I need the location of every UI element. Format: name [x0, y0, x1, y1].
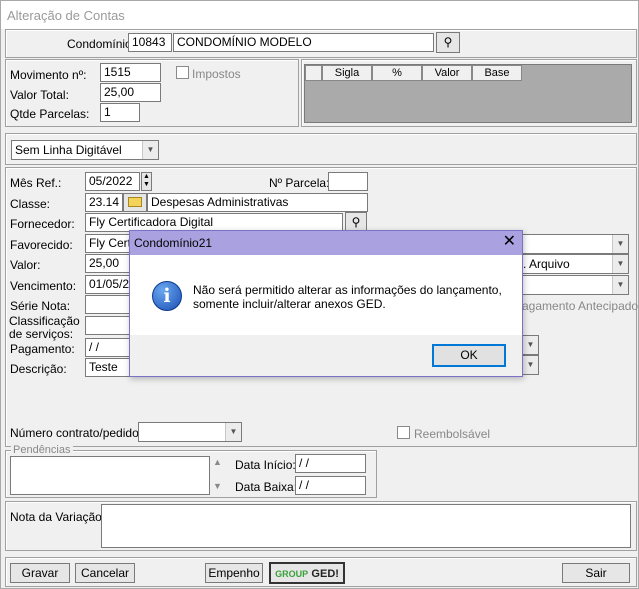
ged-group-text: GROUP: [275, 569, 309, 579]
reembolsavel-label: Reembolsável: [414, 427, 491, 441]
chevron-down-icon: ▼: [522, 336, 538, 354]
nota-textarea[interactable]: [101, 504, 631, 548]
chevron-down-icon: ▼: [142, 141, 158, 159]
data-baixa-field[interactable]: / /: [295, 476, 366, 495]
group-ged-button[interactable]: GROUP GED!: [269, 562, 345, 584]
linha-digitavel-select[interactable]: Sem Linha Digitável ▼: [11, 140, 159, 160]
nparcela-field[interactable]: [328, 172, 368, 191]
classificacao-label-line2: de serviços:: [9, 327, 74, 341]
tax-grid-header-base[interactable]: Base: [472, 65, 522, 81]
arquivo-value: . Arquivo: [523, 257, 570, 271]
condominio-search-button[interactable]: ⚲: [436, 32, 460, 53]
descricao-label: Descrição:: [10, 362, 67, 376]
chevron-down-icon: ▼: [612, 255, 628, 273]
dialog-title: Condomínio21: [134, 236, 213, 250]
pendencias-textarea[interactable]: [10, 456, 210, 495]
dialog-message-line2: somente incluir/alterar anexos GED.: [193, 297, 386, 311]
info-icon: i: [152, 281, 182, 311]
pendencias-legend: Pendências: [11, 444, 73, 456]
window-title: Alteração de Contas: [1, 1, 638, 29]
valor-label: Valor:: [10, 258, 41, 272]
qtde-parcelas-field[interactable]: 1: [100, 103, 140, 122]
binoculars-icon: ⚲: [443, 35, 453, 49]
classe-label: Classe:: [10, 197, 51, 211]
mes-ref-field[interactable]: 05/2022: [85, 172, 140, 191]
valor-total-field[interactable]: 25,00: [100, 83, 161, 102]
ok-button[interactable]: OK: [432, 344, 506, 367]
tax-grid-header-sigla[interactable]: Sigla: [322, 65, 372, 81]
serie-nota-label: Série Nota:: [10, 299, 71, 313]
classe-folder-button[interactable]: [123, 193, 147, 212]
contrato-select[interactable]: ▼: [138, 422, 242, 442]
chevron-down-icon: ▼: [612, 235, 628, 253]
condominio-label: Condomínio:: [67, 37, 136, 51]
dialog-message-line1: Não será permitido alterar as informaçõe…: [193, 283, 502, 297]
cancelar-button[interactable]: Cancelar: [75, 563, 135, 583]
nota-label: Nota da Variação:: [10, 510, 106, 524]
classificacao-label-line1: Classificação: [9, 314, 80, 328]
chevron-down-icon: ▼: [612, 276, 628, 294]
classe-code-field[interactable]: 23.14: [85, 193, 123, 212]
fornecedor-label: Fornecedor:: [10, 217, 75, 231]
tax-grid-header-percent[interactable]: %: [372, 65, 422, 81]
impostos-checkbox[interactable]: [176, 66, 189, 79]
contrato-label: Número contrato/pedido:: [10, 426, 143, 440]
pendencias-scroll-up-icon[interactable]: ▲: [213, 457, 222, 467]
binoculars-icon: ⚲: [351, 215, 361, 229]
dialog-message: Não será permitido alterar as informaçõe…: [193, 283, 502, 311]
spin-up-icon: ▲: [143, 173, 150, 180]
pagamento-label: Pagamento:: [10, 342, 75, 356]
close-icon[interactable]: ✕: [503, 234, 516, 250]
folder-icon: [128, 197, 142, 207]
mes-ref-spinner[interactable]: ▲ ▼: [141, 172, 152, 191]
data-inicio-label: Data Início:: [235, 458, 296, 472]
sair-button[interactable]: Sair: [562, 563, 630, 583]
gravar-button[interactable]: Gravar: [10, 563, 70, 583]
condominio-name-field[interactable]: CONDOMÍNIO MODELO: [173, 33, 434, 52]
favorecido-label: Favorecido:: [10, 238, 73, 252]
chevron-down-icon: ▼: [522, 356, 538, 374]
message-dialog: Condomínio21 ✕ i Não será permitido alte…: [129, 230, 523, 377]
chevron-down-icon: ▼: [225, 423, 241, 441]
tax-grid-corner: [305, 65, 322, 81]
mes-ref-label: Mês Ref.:: [10, 176, 62, 190]
movimento-label: Movimento nº:: [10, 68, 87, 82]
nparcela-label: Nº Parcela:: [269, 176, 330, 190]
valor-total-label: Valor Total:: [10, 88, 69, 102]
arquivo-select[interactable]: . Arquivo ▼: [519, 254, 629, 274]
data-inicio-field[interactable]: / /: [295, 454, 366, 473]
tax-grid-header-valor[interactable]: Valor: [422, 65, 472, 81]
reembolsavel-checkbox[interactable]: [397, 426, 410, 439]
favorecido-select[interactable]: ▼: [519, 234, 629, 254]
ged-text: GED!: [311, 568, 339, 580]
linha-digitavel-value: Sem Linha Digitável: [15, 143, 122, 157]
condominio-code-field[interactable]: 10843: [128, 33, 172, 52]
spin-down-icon: ▼: [143, 181, 150, 188]
qtde-parcelas-label: Qtde Parcelas:: [10, 107, 90, 121]
pagamento-antecipado-label: agamento Antecipado: [522, 299, 639, 313]
vencimento-label: Vencimento:: [10, 279, 77, 293]
tax-grid[interactable]: Sigla % Valor Base: [304, 64, 632, 123]
dialog-titlebar: Condomínio21 ✕: [130, 231, 522, 255]
pendencias-scroll-down-icon[interactable]: ▼: [213, 481, 222, 491]
classe-name-field[interactable]: Despesas Administrativas: [147, 193, 368, 212]
movimento-field[interactable]: 1515: [100, 63, 161, 82]
vencimento-extra-select[interactable]: ▼: [519, 275, 629, 295]
empenho-button[interactable]: Empenho: [205, 563, 263, 583]
data-baixa-label: Data Baixa:: [235, 480, 298, 494]
impostos-label: Impostos: [192, 67, 241, 81]
